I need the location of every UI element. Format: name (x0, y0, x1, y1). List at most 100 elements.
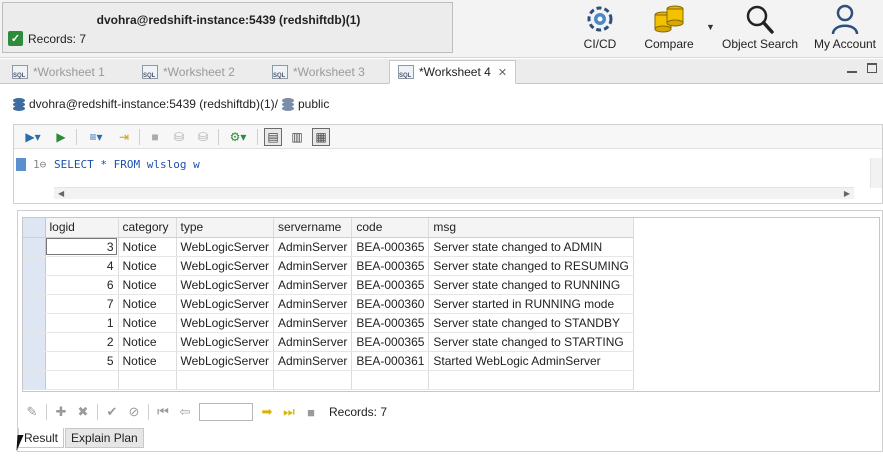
row-header[interactable] (23, 256, 46, 276)
cell-servername[interactable]: AdminServer (273, 275, 353, 295)
cell-servername[interactable]: AdminServer (273, 256, 353, 276)
row-header[interactable] (23, 332, 46, 352)
editor-horizontal-scrollbar[interactable]: ◀ ▶ (54, 187, 854, 199)
cell-servername[interactable]: AdminServer (273, 237, 353, 257)
cell-category[interactable]: Notice (118, 351, 177, 371)
column-header-code[interactable]: code (351, 218, 430, 238)
breadcrumb-connection[interactable]: dvohra@redshift-instance:5439 (redshiftd… (29, 97, 278, 111)
step-icon[interactable]: ⇥ (115, 128, 133, 146)
next-page-icon[interactable]: ➡ (259, 404, 275, 420)
row-header-corner[interactable] (23, 218, 46, 238)
cell-type[interactable]: WebLogicServer (176, 294, 274, 314)
add-row-icon[interactable]: ✚ (53, 404, 69, 420)
cell-logid[interactable]: 4 (45, 256, 119, 276)
cell-code[interactable]: BEA-000365 (351, 332, 430, 352)
format-dropdown-icon[interactable]: ⚙▾ (225, 128, 251, 146)
layout-vertical-icon[interactable]: ▥ (288, 128, 306, 146)
page-number-input[interactable] (199, 403, 253, 421)
cell-code[interactable]: BEA-000361 (351, 351, 430, 371)
column-header-servername[interactable]: servername (273, 218, 353, 238)
tab-worksheet-4[interactable]: *Worksheet 4 ✕ (389, 60, 517, 84)
cell-msg[interactable]: Server state changed to STARTING (428, 332, 634, 352)
cell-msg[interactable]: Server state changed to RESUMING (428, 256, 634, 276)
cell-code[interactable]: BEA-000365 (351, 313, 430, 333)
cell-msg[interactable]: Server started in RUNNING mode (428, 294, 634, 314)
cell-servername[interactable]: AdminServer (273, 294, 353, 314)
stop-icon[interactable]: ■ (146, 128, 164, 146)
column-header-category[interactable]: category (118, 218, 177, 238)
table-row[interactable]: 3 Notice WebLogicServer AdminServer BEA-… (23, 237, 634, 257)
row-header[interactable] (23, 370, 46, 390)
cell-category[interactable]: Notice (118, 237, 177, 257)
cancel-circle-icon[interactable]: ⊘ (126, 404, 142, 420)
cell-logid[interactable]: 1 (45, 313, 119, 333)
cell-category[interactable]: Notice (118, 313, 177, 333)
layout-single-icon[interactable]: ▦ (312, 127, 330, 146)
cell-category[interactable]: Notice (118, 332, 177, 352)
cell-logid[interactable]: 5 (45, 351, 119, 371)
cell-code[interactable]: BEA-000365 (351, 237, 430, 257)
tab-explain-plan[interactable]: Explain Plan (65, 428, 144, 448)
cell-logid[interactable]: 7 (45, 294, 119, 314)
row-header[interactable] (23, 275, 46, 295)
compare-dropdown-icon[interactable]: ▼ (706, 22, 715, 32)
apply-check-icon[interactable]: ✔ (104, 404, 120, 420)
row-header[interactable] (23, 237, 46, 257)
cell-msg[interactable]: Server state changed to STANDBY (428, 313, 634, 333)
table-row[interactable]: 6 Notice WebLogicServer AdminServer BEA-… (23, 275, 634, 295)
editor-vertical-scrollbar[interactable] (870, 158, 882, 188)
cell-code[interactable]: BEA-000365 (351, 256, 430, 276)
cell-code[interactable]: BEA-000360 (351, 294, 430, 314)
cell-logid[interactable]: 3 (45, 237, 119, 257)
stop-fetch-icon[interactable]: ■ (303, 404, 319, 420)
commit-icon[interactable]: ⛁ (170, 128, 188, 146)
my-account-button[interactable]: My Account (810, 2, 880, 56)
breadcrumb-schema[interactable]: public (298, 97, 329, 111)
cell-servername[interactable]: AdminServer (273, 332, 353, 352)
table-row-empty[interactable] (23, 370, 634, 390)
cell-type[interactable]: WebLogicServer (176, 256, 274, 276)
cell-empty[interactable] (351, 370, 430, 390)
row-header[interactable] (23, 294, 46, 314)
cell-empty[interactable] (45, 370, 119, 390)
maximize-icon[interactable] (867, 63, 877, 73)
cell-logid[interactable]: 6 (45, 275, 119, 295)
scroll-left-icon[interactable]: ◀ (58, 189, 64, 198)
execute-dropdown-icon[interactable]: ▶▾ (20, 128, 46, 146)
rollback-icon[interactable]: ⛁ (194, 128, 212, 146)
last-page-icon[interactable]: ⏭ (281, 404, 297, 420)
cell-type[interactable]: WebLogicServer (176, 313, 274, 333)
cell-empty[interactable] (176, 370, 274, 390)
scroll-right-icon[interactable]: ▶ (844, 189, 850, 198)
cell-code[interactable]: BEA-000365 (351, 275, 430, 295)
cell-category[interactable]: Notice (118, 294, 177, 314)
sql-editor[interactable]: ▶▾ ▶ ≡▾ ⇥ ■ ⛁ ⛁ ⚙▾ ▤ ▥ ▦ 1⊖ SELECT * FRO… (13, 124, 883, 204)
previous-page-icon[interactable]: ⇦ (177, 404, 193, 420)
cell-category[interactable]: Notice (118, 256, 177, 276)
edit-pencil-icon[interactable]: ✎ (24, 404, 40, 420)
cell-empty[interactable] (428, 370, 634, 390)
table-row[interactable]: 5 Notice WebLogicServer AdminServer BEA-… (23, 351, 634, 371)
table-row[interactable]: 1 Notice WebLogicServer AdminServer BEA-… (23, 313, 634, 333)
cell-type[interactable]: WebLogicServer (176, 275, 274, 295)
run-icon[interactable]: ▶ (52, 128, 70, 146)
compare-button[interactable]: Compare (641, 2, 697, 56)
cell-type[interactable]: WebLogicServer (176, 351, 274, 371)
object-search-button[interactable]: Object Search (722, 2, 798, 56)
sql-code-line[interactable]: SELECT * FROM wlslog w (54, 158, 200, 171)
column-header-logid[interactable]: logid (45, 218, 119, 238)
table-row[interactable]: 4 Notice WebLogicServer AdminServer BEA-… (23, 256, 634, 276)
cell-msg[interactable]: Server state changed to ADMIN (428, 237, 634, 257)
column-header-msg[interactable]: msg (428, 218, 634, 238)
column-header-type[interactable]: type (176, 218, 274, 238)
row-header[interactable] (23, 313, 46, 333)
execute-script-icon[interactable]: ≡▾ (83, 128, 109, 146)
close-icon[interactable]: ✕ (498, 66, 507, 79)
tab-worksheet-1[interactable]: *Worksheet 1 (4, 60, 113, 84)
layout-horizontal-icon[interactable]: ▤ (264, 127, 282, 146)
row-header[interactable] (23, 351, 46, 371)
first-page-icon[interactable]: ⏮ (155, 404, 171, 420)
cell-type[interactable]: WebLogicServer (176, 332, 274, 352)
cell-servername[interactable]: AdminServer (273, 351, 353, 371)
cicd-button[interactable]: CI/CD (582, 2, 618, 56)
